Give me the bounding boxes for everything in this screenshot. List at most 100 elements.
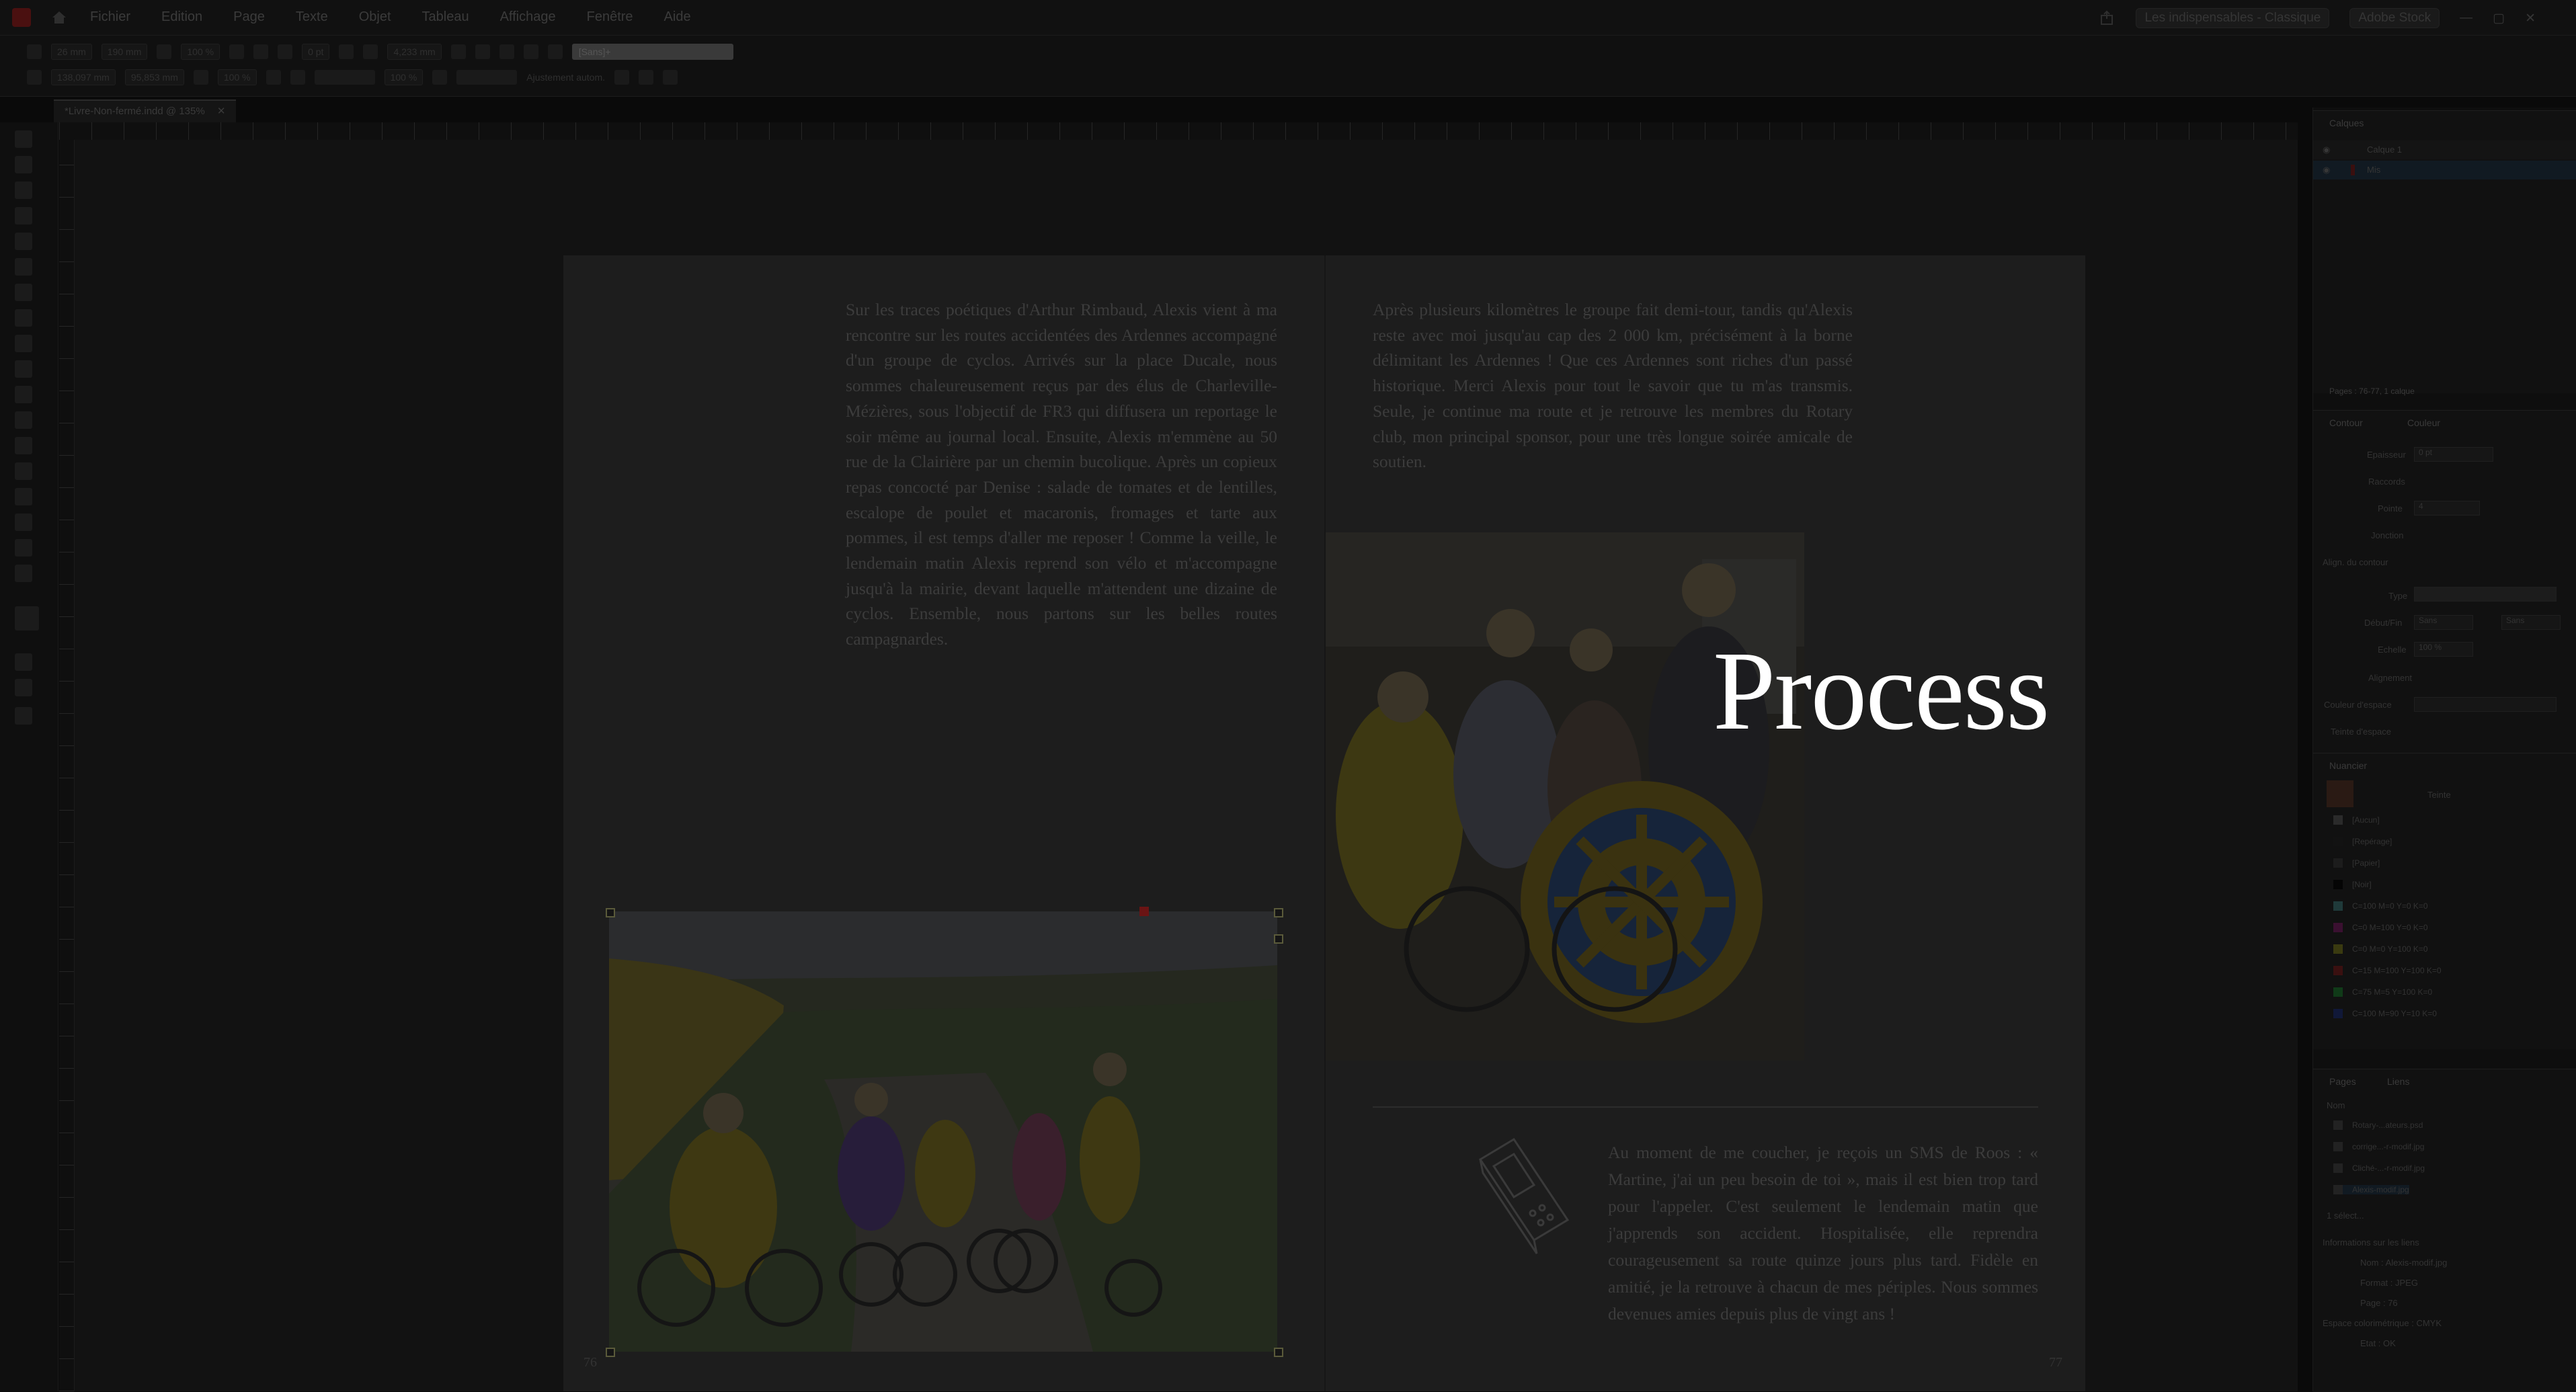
swatch-row[interactable]: C=15 M=100 Y=100 K=0: [2333, 966, 2442, 975]
flip-icon[interactable]: [253, 44, 269, 59]
swatch-row[interactable]: [Noir]: [2333, 880, 2372, 889]
left-page-text-frame[interactable]: Sur les traces poétiques d'Arthur Rimbau…: [846, 297, 1277, 652]
layers-panel-title[interactable]: Calques: [2329, 118, 2364, 128]
right-page-text-top[interactable]: Après plusieurs kilomètres le groupe fai…: [1373, 297, 1853, 475]
swatch-row[interactable]: C=100 M=0 Y=0 K=0: [2333, 901, 2428, 911]
stroke-style-icon[interactable]: [314, 70, 375, 85]
reference-point-icon[interactable]: [27, 44, 42, 59]
tab-couleur[interactable]: Couleur: [2407, 417, 2440, 428]
menu-tableau[interactable]: Tableau: [422, 9, 469, 25]
stroke-icon[interactable]: [290, 70, 305, 85]
free-transform-tool-icon[interactable]: [15, 437, 32, 454]
effects-icon[interactable]: [363, 44, 378, 59]
scale-x-field[interactable]: 100 %: [181, 44, 220, 60]
layer-row[interactable]: ◉ Mis: [2313, 161, 2576, 179]
horizontal-ruler[interactable]: [59, 122, 2298, 140]
menu-fenetre[interactable]: Fenêtre: [587, 9, 633, 25]
window-minimize-icon[interactable]: —: [2460, 11, 2472, 26]
shadow-icon[interactable]: [432, 70, 448, 85]
align-left-icon[interactable]: [450, 44, 466, 59]
corner-options-icon[interactable]: [456, 70, 518, 85]
constrain-icon[interactable]: [157, 44, 172, 59]
pencil-tool-icon[interactable]: [15, 335, 32, 352]
align-center-icon[interactable]: [475, 44, 490, 59]
end-select[interactable]: Sans: [2501, 615, 2561, 630]
selection-handle[interactable]: [1274, 1348, 1283, 1357]
tab-contour[interactable]: Contour: [2329, 417, 2363, 428]
selection-handle[interactable]: [606, 1348, 615, 1357]
scale-input[interactable]: 100 %: [2414, 642, 2473, 657]
swatch-row[interactable]: [Repérage]: [2333, 837, 2392, 846]
link-info-title[interactable]: Informations sur les liens: [2323, 1237, 2419, 1247]
menu-edition[interactable]: Edition: [161, 9, 202, 25]
home-icon[interactable]: [50, 8, 69, 27]
formatting-affects-icon[interactable]: [15, 653, 32, 671]
stroke-weight-field[interactable]: 0 pt: [302, 44, 330, 60]
tab-pages[interactable]: Pages: [2329, 1076, 2356, 1087]
menu-aide[interactable]: Aide: [664, 9, 691, 25]
miter-input[interactable]: 4: [2414, 501, 2480, 516]
dimension-field[interactable]: 4,233 mm: [387, 44, 442, 60]
link-row[interactable]: corrige...-r-modif.jpg: [2333, 1142, 2424, 1151]
tab-close-icon[interactable]: ✕: [217, 106, 226, 117]
eyedropper-tool-icon[interactable]: [15, 514, 32, 531]
fill-icon[interactable]: [278, 44, 293, 59]
eye-icon[interactable]: ◉: [2323, 145, 2330, 155]
hand-tool-icon[interactable]: [15, 539, 32, 557]
w-field[interactable]: 190 mm: [101, 44, 148, 60]
y-field[interactable]: 138,097 mm: [51, 69, 116, 85]
menu-objet[interactable]: Objet: [359, 9, 391, 25]
menu-texte[interactable]: Texte: [296, 9, 328, 25]
swatch-row[interactable]: [Papier]: [2333, 858, 2380, 868]
rectangle-tool-icon[interactable]: [15, 386, 32, 403]
fill-stroke-swatch-icon[interactable]: [2327, 780, 2353, 807]
workspace-switcher[interactable]: Les indispensables - Classique: [2136, 8, 2330, 28]
link-row[interactable]: Cliché-...-r-modif.jpg: [2333, 1163, 2425, 1173]
swatches-panel-title[interactable]: Nuancier: [2329, 760, 2367, 771]
selection-tool-icon[interactable]: [15, 130, 32, 148]
link-icon[interactable]: [193, 70, 208, 85]
layer-row[interactable]: ◉ Calque 1: [2313, 140, 2576, 159]
distribute-icon[interactable]: [523, 44, 538, 59]
cyclists-photo-frame[interactable]: [609, 911, 1277, 1352]
scale-y-field[interactable]: 100 %: [217, 69, 257, 85]
selection-handle[interactable]: [1274, 908, 1283, 917]
align-right-icon[interactable]: [499, 44, 514, 59]
content-collector-icon[interactable]: [15, 233, 32, 250]
object-style-field[interactable]: [Sans]+: [571, 44, 733, 60]
window-maximize-icon[interactable]: ▢: [2493, 11, 2505, 26]
h-field[interactable]: 95,853 mm: [124, 69, 184, 85]
menu-affichage[interactable]: Affichage: [500, 9, 556, 25]
screen-mode-icon[interactable]: [15, 707, 32, 725]
selection-handle[interactable]: [1274, 934, 1283, 944]
x-field[interactable]: 26 mm: [51, 44, 92, 60]
object-style-icon[interactable]: [547, 44, 563, 59]
autofit-checkbox[interactable]: Ajustement autom.: [526, 72, 605, 83]
right-page-text-bottom[interactable]: Au moment de me coucher, je reçois un SM…: [1608, 1139, 2038, 1327]
app-logo-icon[interactable]: [12, 8, 31, 27]
fit-content-icon[interactable]: [614, 70, 630, 85]
stock-search[interactable]: Adobe Stock: [2349, 8, 2440, 28]
layer-name[interactable]: Mis: [2367, 165, 2380, 175]
rectangle-frame-tool-icon[interactable]: [15, 360, 32, 378]
gradient-tool-icon[interactable]: [15, 462, 32, 480]
gap-tool-icon[interactable]: [15, 207, 32, 224]
layer-name[interactable]: Calque 1: [2367, 145, 2402, 155]
link-row[interactable]: Rotary-...ateurs.psd: [2333, 1120, 2423, 1130]
line-tool-icon[interactable]: [15, 284, 32, 301]
swatch-row[interactable]: C=0 M=100 Y=0 K=0: [2333, 923, 2428, 932]
stroke-weight-input[interactable]: 0 pt: [2414, 447, 2493, 462]
selection-handle[interactable]: [606, 908, 615, 917]
swatch-row[interactable]: C=75 M=5 Y=100 K=0: [2333, 987, 2432, 997]
stroke-type-select[interactable]: [2414, 587, 2557, 602]
swatch-row[interactable]: C=100 M=90 Y=10 K=0: [2333, 1009, 2437, 1018]
shear-icon[interactable]: [266, 70, 281, 85]
menu-fichier[interactable]: Fichier: [90, 9, 130, 25]
text-wrap-icon[interactable]: [339, 44, 354, 59]
reference-grid-icon[interactable]: [27, 70, 42, 85]
window-close-icon[interactable]: ✕: [2525, 11, 2536, 26]
scissors-tool-icon[interactable]: [15, 411, 32, 429]
fill-frame-icon[interactable]: [663, 70, 678, 85]
start-select[interactable]: Sans: [2414, 615, 2473, 630]
opacity-field[interactable]: 100 %: [384, 69, 424, 85]
